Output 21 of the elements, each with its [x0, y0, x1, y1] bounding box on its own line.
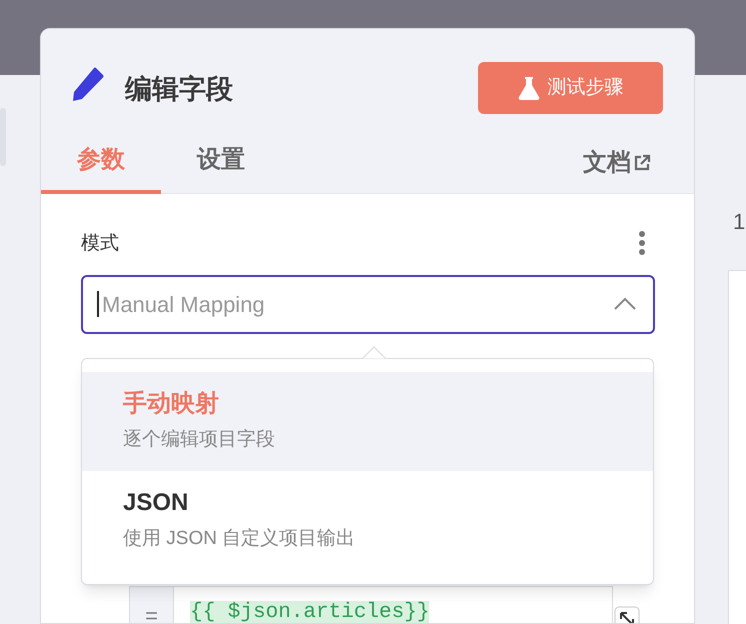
expression-code: {{ $json.articles}}: [190, 601, 430, 623]
flask-icon: [518, 76, 540, 100]
docs-link[interactable]: 文档: [583, 145, 651, 181]
expression-prefix: =: [130, 587, 174, 623]
chevron-up-icon: [613, 297, 637, 311]
option-title: JSON: [123, 488, 190, 518]
tab[interactable]: 设置: [161, 137, 281, 194]
field-label: 模式: [81, 232, 119, 256]
row-number: 1: [733, 208, 746, 236]
option-description: 逐个编辑项目字段: [123, 428, 276, 452]
more-options-icon[interactable]: [639, 231, 645, 255]
dropdown-option[interactable]: JSON 使用 JSON 自定义项目输出: [82, 471, 653, 570]
pencil-icon: [72, 66, 106, 102]
option-title: 手动映射: [123, 389, 220, 419]
dropdown-option[interactable]: 手动映射 逐个编辑项目字段: [82, 372, 653, 471]
option-description: 使用 JSON 自定义项目输出: [123, 527, 356, 551]
text-cursor: [97, 291, 99, 317]
test-step-button[interactable]: 测试步骤: [478, 62, 663, 114]
external-link-icon: [633, 154, 651, 172]
mode-select[interactable]: Manual Mapping: [81, 275, 655, 334]
panel-title: 编辑字段: [125, 73, 233, 106]
